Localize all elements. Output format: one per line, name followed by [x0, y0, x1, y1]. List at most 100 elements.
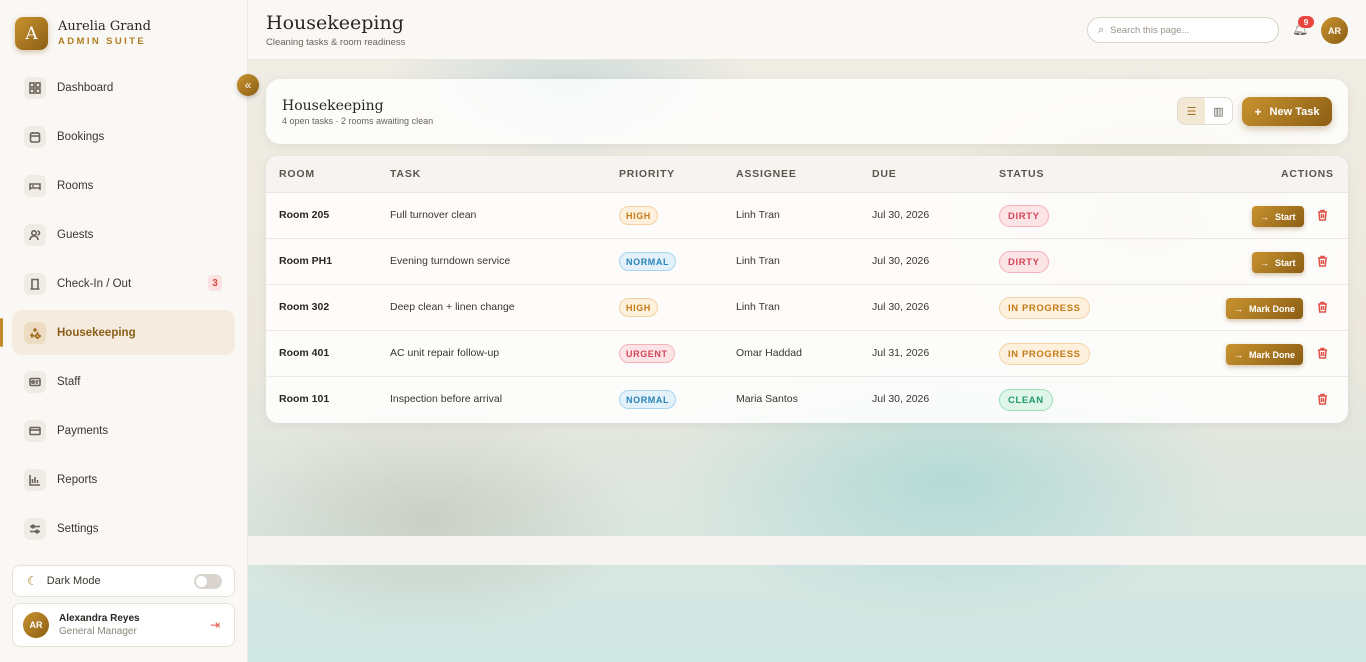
delete-icon[interactable]	[1317, 208, 1329, 222]
moon-icon: ☾	[27, 574, 38, 588]
user-role: General Manager	[59, 626, 137, 637]
sidebar-item-payments[interactable]: Payments	[12, 408, 235, 453]
page-subtitle: Cleaning tasks & room readiness	[266, 37, 406, 48]
room-cell: Room 101	[279, 393, 330, 405]
sidebar-item-label: Bookings	[57, 130, 105, 143]
bed-icon	[24, 174, 46, 197]
column-header-task[interactable]: TASK	[390, 168, 421, 180]
status-badge: DIRTY	[999, 205, 1049, 227]
sidebar-item-reports[interactable]: Reports	[12, 457, 235, 502]
assignee-cell: Linh Tran	[736, 255, 780, 267]
room-cell: Room 302	[279, 301, 330, 313]
due-cell: Jul 30, 2026	[872, 209, 930, 221]
active-indicator	[0, 318, 3, 347]
start-button[interactable]: → Start	[1252, 206, 1304, 227]
column-header-priority[interactable]: PRIORITY	[619, 168, 675, 180]
sidebar-item-label: Reports	[57, 473, 98, 486]
sidebar-item-guests[interactable]: Guests	[12, 212, 235, 257]
table-row[interactable]: Room PH1 Evening turndown service NORMAL…	[266, 239, 1348, 285]
priority-badge: HIGH	[619, 298, 658, 317]
task-cell: AC unit repair follow-up	[390, 347, 500, 359]
search-box[interactable]: ⌕	[1087, 17, 1279, 43]
column-header-due[interactable]: DUE	[872, 168, 897, 180]
brand-subtitle: ADMIN SUITE	[58, 36, 147, 47]
new-task-button[interactable]: + New Task	[1242, 97, 1332, 126]
board-view-icon[interactable]: ▥	[1205, 98, 1232, 124]
dark-mode-toggle[interactable]	[194, 574, 222, 589]
panel-header: Housekeeping 4 open tasks · 2 rooms awai…	[266, 79, 1348, 144]
tasks-table: ROOM TASK PRIORITY ASSIGNEE DUE STATUS A…	[266, 156, 1348, 423]
due-cell: Jul 31, 2026	[872, 347, 930, 359]
list-view-icon[interactable]: ☰	[1178, 98, 1205, 124]
status-badge: CLEAN	[999, 389, 1053, 411]
panel-subtitle: 4 open tasks · 2 rooms awaiting clean	[282, 116, 434, 126]
sidebar-item-check-in-out[interactable]: Check-In / Out 3	[12, 261, 235, 306]
search-icon: ⌕	[1098, 23, 1105, 36]
priority-badge: NORMAL	[619, 390, 677, 409]
arrow-right-icon: →	[1234, 349, 1243, 360]
check-in-count-badge: 3	[208, 275, 222, 291]
brand-name: Aurelia Grand	[58, 19, 151, 34]
table-row[interactable]: Room 101 Inspection before arrival NORMA…	[266, 377, 1348, 423]
assignee-cell: Omar Haddad	[736, 347, 802, 359]
mark-done-button[interactable]: → Mark Done	[1226, 298, 1304, 319]
brand[interactable]: A Aurelia Grand ADMIN SUITE	[15, 17, 151, 50]
sparkle-icon	[24, 321, 46, 344]
action-label: Mark Done	[1249, 303, 1296, 314]
user-name: Alexandra Reyes	[59, 613, 140, 624]
sidebar-nav: Dashboard Bookings Rooms Guests Check-In…	[0, 65, 235, 555]
plus-icon: +	[1254, 104, 1262, 119]
sidebar-item-label: Check-In / Out	[57, 277, 132, 290]
door-icon	[24, 272, 46, 295]
start-button[interactable]: → Start	[1252, 252, 1304, 273]
table-row[interactable]: Room 302 Deep clean + linen change HIGH …	[266, 285, 1348, 331]
column-header-assignee[interactable]: ASSIGNEE	[736, 168, 797, 180]
sidebar-item-bookings[interactable]: Bookings	[12, 114, 235, 159]
collapse-sidebar-button[interactable]: «	[237, 74, 259, 96]
sidebar: A Aurelia Grand ADMIN SUITE Dashboard Bo…	[0, 0, 248, 662]
room-cell: Room PH1	[279, 255, 333, 267]
users-icon	[24, 223, 46, 246]
sidebar-item-label: Rooms	[57, 179, 94, 192]
dark-mode-row: ☾ Dark Mode	[12, 565, 235, 597]
delete-icon[interactable]	[1317, 300, 1329, 314]
id-card-icon	[24, 370, 46, 393]
column-header-room[interactable]: ROOM	[279, 168, 315, 180]
dark-mode-label: Dark Mode	[46, 575, 101, 587]
bar-chart-icon	[24, 468, 46, 491]
delete-icon[interactable]	[1317, 254, 1329, 268]
page-title: Housekeeping	[266, 12, 404, 34]
sidebar-item-label: Dashboard	[57, 81, 114, 94]
profile-avatar[interactable]: AR	[1321, 17, 1348, 44]
sidebar-item-staff[interactable]: Staff	[12, 359, 235, 404]
due-cell: Jul 30, 2026	[872, 393, 930, 405]
topbar: Housekeeping Cleaning tasks & room readi…	[248, 0, 1366, 60]
search-input[interactable]	[1110, 24, 1261, 36]
table-row[interactable]: Room 205 Full turnover clean HIGH Linh T…	[266, 193, 1348, 239]
sidebar-item-dashboard[interactable]: Dashboard	[12, 65, 235, 110]
column-header-status[interactable]: STATUS	[999, 168, 1044, 180]
user-info: Alexandra Reyes General Manager	[59, 613, 140, 637]
priority-badge: URGENT	[619, 344, 675, 363]
sliders-icon	[24, 517, 46, 540]
action-label: Mark Done	[1249, 349, 1296, 360]
sidebar-item-label: Staff	[57, 375, 81, 388]
priority-badge: HIGH	[619, 206, 658, 225]
arrow-right-icon: →	[1260, 211, 1269, 222]
sidebar-item-rooms[interactable]: Rooms	[12, 163, 235, 208]
task-cell: Inspection before arrival	[390, 393, 503, 405]
task-cell: Full turnover clean	[390, 209, 477, 221]
brand-text: Aurelia Grand ADMIN SUITE	[58, 19, 151, 48]
delete-icon[interactable]	[1317, 392, 1329, 406]
status-badge: DIRTY	[999, 251, 1049, 273]
user-card[interactable]: AR Alexandra Reyes General Manager ⇥	[12, 603, 235, 647]
sidebar-item-settings[interactable]: Settings	[12, 506, 235, 551]
table-row[interactable]: Room 401 AC unit repair follow-up URGENT…	[266, 331, 1348, 377]
status-badge: IN PROGRESS	[999, 343, 1090, 365]
delete-icon[interactable]	[1317, 346, 1329, 360]
sidebar-item-housekeeping[interactable]: Housekeeping	[0, 310, 235, 355]
background-divider	[248, 536, 1366, 565]
logout-icon[interactable]: ⇥	[210, 618, 220, 632]
mark-done-button[interactable]: → Mark Done	[1226, 344, 1304, 365]
room-cell: Room 401	[279, 347, 330, 359]
